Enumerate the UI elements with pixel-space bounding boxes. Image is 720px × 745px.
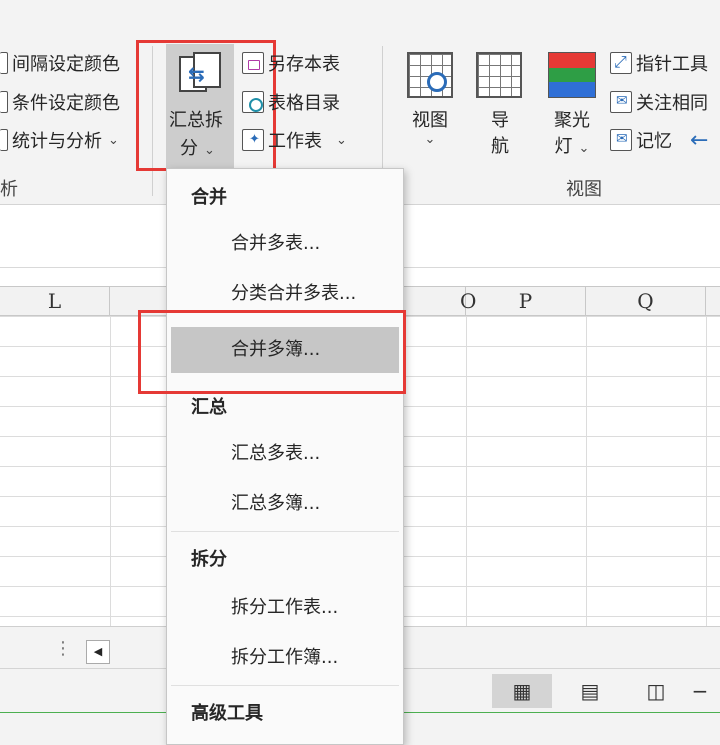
view-icon[interactable] <box>407 52 453 98</box>
pointer-tool-button[interactable]: 指针工具 <box>610 50 708 76</box>
grid-line <box>110 316 111 626</box>
column-header-p[interactable]: P <box>466 287 586 315</box>
more-options-icon[interactable]: ⋮ <box>54 638 72 659</box>
interval-color-label: 间隔设定颜色 <box>12 54 120 75</box>
spotlight-label-2: 灯 <box>554 136 573 157</box>
memory-button[interactable]: 记忆 ← <box>610 127 708 153</box>
dropdown-header-split: 拆分 <box>191 549 227 570</box>
menu-separator <box>171 685 399 686</box>
worksheet-button[interactable]: 工作表 ⌄ <box>242 127 347 153</box>
focus-same-button[interactable]: 关注相同 <box>610 89 708 115</box>
save-sheet-label: 另存本表 <box>268 54 340 75</box>
navigation-button[interactable]: 导 航 <box>476 106 524 158</box>
dropdown-header-advanced-tools: 高级工具 <box>191 703 263 724</box>
menu-item-split-worksheet[interactable]: 拆分工作表... <box>171 585 399 631</box>
grid-line <box>706 316 707 626</box>
stats-analysis-button[interactable]: 统计与分析 ⌄ <box>0 127 119 153</box>
pointer-tool-icon <box>610 52 632 74</box>
normal-view-button[interactable]: ▦ <box>492 674 552 708</box>
column-header-q[interactable]: Q <box>586 287 706 315</box>
table-directory-label: 表格目录 <box>268 93 340 114</box>
interval-color-icon <box>0 52 8 74</box>
chevron-down-icon: ⌄ <box>578 141 590 156</box>
save-sheet-icon <box>242 52 264 74</box>
dropdown-header-summary: 汇总 <box>191 397 227 418</box>
navigation-icon[interactable] <box>476 52 522 98</box>
conditional-color-button[interactable]: 条件设定颜色 <box>0 89 120 115</box>
grid-line <box>466 316 467 626</box>
menu-item-merge-sheets[interactable]: 合并多表... <box>171 221 399 267</box>
pointer-tool-label: 指针工具 <box>636 54 708 75</box>
focus-same-label: 关注相同 <box>636 93 708 114</box>
view-button[interactable]: 视图 ⌄ <box>404 106 456 147</box>
menu-item-split-workbook[interactable]: 拆分工作簿... <box>171 635 399 681</box>
table-directory-button[interactable]: 表格目录 <box>242 89 340 115</box>
view-label: 视图 <box>412 110 448 131</box>
group-label-analysis: 析 <box>0 179 18 200</box>
menu-item-summarize-workbooks[interactable]: 汇总多簿... <box>171 481 399 527</box>
column-header-l[interactable]: L <box>0 287 110 315</box>
zoom-out-button[interactable]: − <box>680 674 720 708</box>
chevron-down-icon: ⌄ <box>336 132 347 148</box>
highlight-box-merge-workbooks <box>138 310 406 394</box>
navigation-label-1: 导 <box>491 110 509 131</box>
spotlight-button[interactable]: 聚光 灯 ⌄ <box>544 106 600 158</box>
summary-split-dropdown: 合并 合并多表... 分类合并多表... 合并多簿... 汇总 汇总多表... … <box>166 168 404 745</box>
worksheet-icon <box>242 129 264 151</box>
stats-analysis-label: 统计与分析 <box>12 131 102 152</box>
dropdown-header-merge: 合并 <box>191 187 227 208</box>
page-break-view-button[interactable]: ◫ <box>626 674 686 708</box>
spotlight-icon[interactable] <box>548 52 596 98</box>
table-directory-icon <box>242 91 264 113</box>
group-label-view: 视图 <box>566 179 602 200</box>
focus-same-icon <box>610 91 632 113</box>
conditional-color-icon <box>0 91 8 113</box>
memory-icon <box>610 129 632 151</box>
grid-line <box>586 316 587 626</box>
menu-separator <box>171 531 399 532</box>
conditional-color-label: 条件设定颜色 <box>12 93 120 114</box>
memory-label: 记忆 <box>636 131 672 152</box>
save-sheet-as-button[interactable]: 另存本表 <box>242 50 340 76</box>
arrow-left-icon[interactable]: ← <box>690 128 708 153</box>
navigation-label-2: 航 <box>491 136 509 157</box>
chevron-down-icon: ⌄ <box>424 132 436 147</box>
spotlight-label-1: 聚光 <box>554 110 590 131</box>
menu-item-summarize-sheets[interactable]: 汇总多表... <box>171 431 399 477</box>
worksheet-label: 工作表 <box>268 131 322 152</box>
stats-analysis-icon <box>0 129 8 151</box>
interval-color-button[interactable]: 间隔设定颜色 <box>0 50 120 76</box>
chevron-down-icon: ⌄ <box>108 132 119 148</box>
scroll-left-button[interactable]: ◀ <box>86 640 110 664</box>
page-layout-view-button[interactable]: ▤ <box>560 674 620 708</box>
